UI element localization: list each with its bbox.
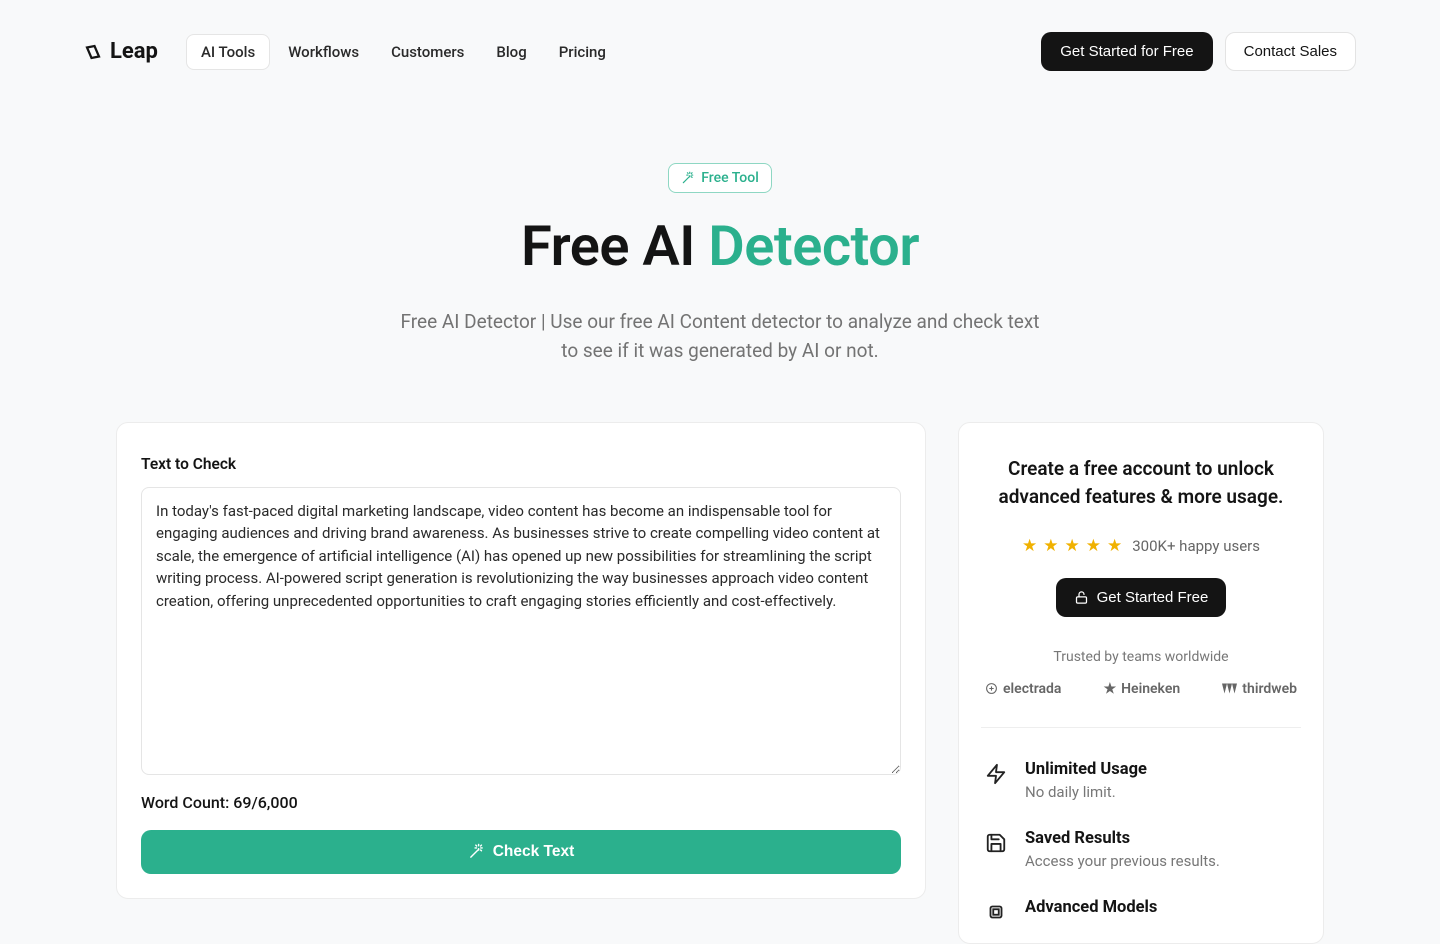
feature-title: Advanced Models: [1025, 898, 1157, 917]
text-to-check-label: Text to Check: [141, 455, 901, 473]
check-text-button[interactable]: Check Text: [141, 830, 901, 874]
save-icon: [985, 832, 1007, 854]
divider: [981, 727, 1301, 728]
star-icon: ★: [1022, 536, 1037, 556]
logo[interactable]: Leap: [84, 39, 158, 64]
feature-models: Advanced Models: [981, 890, 1301, 943]
header: Leap AI Tools Workflows Customers Blog P…: [0, 0, 1440, 103]
brand-name: Leap: [110, 39, 158, 64]
page-title: Free AI Detector: [0, 213, 1440, 279]
get-started-free-button[interactable]: Get Started Free: [1056, 578, 1227, 617]
page-subtitle: Free AI Detector | Use our free AI Conte…: [400, 307, 1040, 366]
feature-desc: No daily limit.: [1025, 783, 1147, 801]
check-text-label: Check Text: [493, 843, 575, 861]
feature-title: Unlimited Usage: [1025, 760, 1147, 779]
brand-logos: electrada ★ Heineken thirdweb: [981, 681, 1301, 697]
detector-card: Text to Check Word Count: 69/6,000 Check…: [116, 422, 926, 899]
text-input[interactable]: [141, 487, 901, 775]
star-icon: ★: [1086, 536, 1101, 556]
star-icon: ★: [1104, 681, 1117, 697]
feature-unlimited: Unlimited Usage No daily limit.: [981, 752, 1301, 821]
logo-icon: [84, 43, 102, 61]
badge-label: Free Tool: [701, 170, 759, 186]
rating-row: ★ ★ ★ ★ ★ 300K+ happy users: [981, 536, 1301, 556]
nav-workflows[interactable]: Workflows: [274, 35, 373, 69]
signup-title: Create a free account to unlock advanced…: [981, 455, 1301, 512]
header-left: Leap AI Tools Workflows Customers Blog P…: [84, 34, 620, 70]
bolt-icon: [985, 763, 1007, 785]
free-tool-badge: Free Tool: [668, 163, 772, 193]
lock-icon: [1074, 590, 1089, 605]
nav-customers[interactable]: Customers: [377, 35, 478, 69]
cta-label: Get Started Free: [1097, 589, 1209, 606]
brand-thirdweb: thirdweb: [1222, 681, 1297, 697]
wand-icon: [681, 171, 695, 185]
header-right: Get Started for Free Contact Sales: [1041, 32, 1356, 71]
star-icon: ★: [1043, 536, 1058, 556]
feature-title: Saved Results: [1025, 829, 1220, 848]
nav-ai-tools[interactable]: AI Tools: [186, 34, 270, 70]
nav-pricing[interactable]: Pricing: [545, 35, 620, 69]
star-icon: ★: [1065, 536, 1080, 556]
feature-desc: Access your previous results.: [1025, 852, 1220, 870]
get-started-button[interactable]: Get Started for Free: [1041, 32, 1212, 71]
brand-heineken: ★ Heineken: [1104, 681, 1181, 697]
nav-blog[interactable]: Blog: [482, 35, 540, 69]
stars: ★ ★ ★ ★ ★: [1022, 536, 1122, 556]
content: Text to Check Word Count: 69/6,000 Check…: [0, 366, 1440, 944]
trusted-label: Trusted by teams worldwide: [981, 649, 1301, 665]
word-count: Word Count: 69/6,000: [141, 793, 901, 812]
users-count: 300K+ happy users: [1132, 537, 1260, 555]
cpu-icon: [985, 901, 1007, 923]
feature-saved: Saved Results Access your previous resul…: [981, 821, 1301, 890]
contact-sales-button[interactable]: Contact Sales: [1225, 32, 1356, 71]
star-icon: ★: [1107, 536, 1122, 556]
wand-icon: [468, 843, 485, 860]
signup-card: Create a free account to unlock advanced…: [958, 422, 1324, 944]
hero: Free Tool Free AI Detector Free AI Detec…: [0, 103, 1440, 366]
nav: AI Tools Workflows Customers Blog Pricin…: [186, 34, 620, 70]
brand-electrada: electrada: [985, 681, 1061, 697]
